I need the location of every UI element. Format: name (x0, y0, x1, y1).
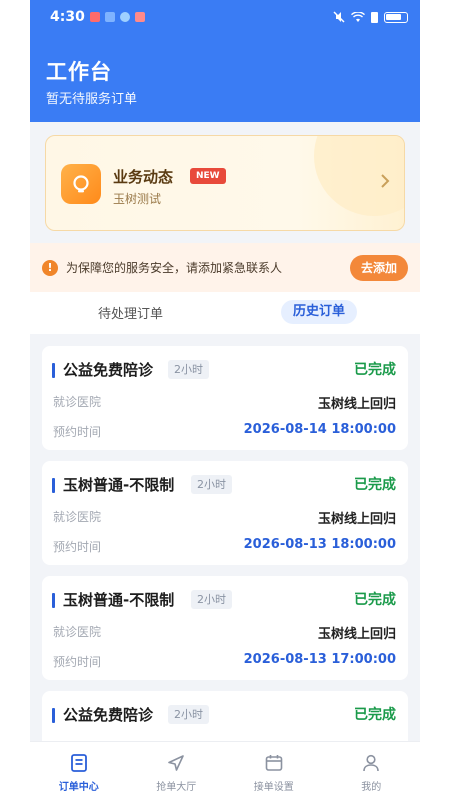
card-accent-bar (52, 363, 55, 378)
order-status: 已完成 (354, 592, 396, 608)
app-screen: 4:30 工作台 暂无待服务订单 业务动态 NEW 玉树测试 ! 为保障您的服务… (30, 0, 420, 800)
add-contact-button[interactable]: 去添加 (349, 255, 408, 281)
status-time: 4:30 (50, 9, 85, 25)
appointment-time: 2026-08-13 18:00:00 (243, 537, 396, 552)
time-label: 预约时间 (53, 425, 102, 439)
battery-icon (384, 11, 408, 23)
warning-icon: ! (42, 259, 58, 276)
hospital-label: 就诊医院 (53, 625, 102, 639)
order-card[interactable]: 玉树普通-不限制 2小时 已完成 就诊医院 玉树线上回归 预约时间 2026-0… (42, 576, 408, 680)
order-list: 公益免费陪诊 2小时 已完成 就诊医院 玉树线上回归 预约时间 2026-08-… (42, 346, 408, 800)
order-status: 已完成 (354, 707, 396, 723)
status-bar: 4:30 (30, 0, 420, 34)
notification-icon (89, 12, 100, 22)
order-title: 玉树普通-不限制 (63, 476, 175, 494)
appointment-time: 2026-08-14 18:00:00 (243, 422, 396, 437)
appointment-time: 2026-08-13 17:00:00 (243, 652, 396, 667)
nav-label: 我的 (361, 782, 382, 793)
header: 4:30 工作台 暂无待服务订单 (30, 0, 420, 122)
time-label: 预约时间 (53, 540, 102, 554)
nav-label: 抢单大厅 (156, 782, 197, 793)
nav-order-settings[interactable]: 接单设置 (225, 742, 323, 800)
business-news-desc: 玉树测试 (113, 192, 162, 206)
calendar-icon (265, 755, 283, 771)
duration-tag: 2小时 (168, 705, 209, 724)
order-list-icon (70, 754, 87, 772)
order-status: 已完成 (354, 362, 396, 378)
safety-notice: ! 为保障您的服务安全，请添加紧急联系人 去添加 (30, 243, 420, 292)
nav-order-hall[interactable]: 抢单大厅 (128, 742, 226, 800)
duration-tag: 2小时 (168, 360, 209, 379)
nav-order-center[interactable]: 订单中心 (30, 742, 128, 800)
nav-mine[interactable]: 我的 (323, 742, 421, 800)
order-title: 玉树普通-不限制 (63, 591, 175, 609)
person-icon (363, 754, 380, 772)
business-news-banner[interactable]: 业务动态 NEW 玉树测试 (45, 135, 405, 231)
app-icon (104, 12, 115, 22)
navigation-arrow-icon (168, 755, 185, 771)
page-title: 工作台 (46, 60, 112, 84)
duration-tag: 2小时 (191, 590, 232, 609)
time-label: 预约时间 (53, 655, 102, 669)
business-icon (61, 164, 101, 204)
tab-history-orders[interactable]: 历史订单 (281, 300, 358, 324)
card-accent-bar (52, 478, 55, 493)
chevron-right-icon (381, 174, 390, 188)
order-title: 公益免费陪诊 (63, 361, 154, 379)
order-status: 已完成 (354, 477, 396, 493)
mute-icon (333, 11, 345, 23)
duration-tag: 2小时 (191, 475, 232, 494)
hospital-label: 就诊医院 (53, 510, 102, 524)
order-tabs: 待处理订单 历史订单 (30, 292, 420, 334)
mail-icon (134, 12, 145, 22)
tab-pending-orders[interactable]: 待处理订单 (98, 303, 163, 322)
card-accent-bar (52, 593, 55, 608)
nav-label: 订单中心 (58, 782, 99, 793)
hospital-value: 玉树线上回归 (317, 627, 396, 642)
business-news-title: 业务动态 (113, 168, 174, 186)
page-subtitle: 暂无待服务订单 (46, 92, 138, 107)
new-badge: NEW (190, 168, 226, 184)
order-card[interactable]: 公益免费陪诊 2小时 已完成 就诊医院 玉树线上回归 预约时间 2026-08-… (42, 346, 408, 450)
location-icon (119, 12, 130, 22)
wifi-icon (351, 11, 365, 22)
hospital-label: 就诊医院 (53, 395, 102, 409)
hospital-value: 玉树线上回归 (317, 512, 396, 527)
hospital-value: 玉树线上回归 (317, 397, 396, 412)
notice-text: 为保障您的服务安全，请添加紧急联系人 (66, 261, 283, 275)
card-accent-bar (52, 708, 55, 723)
sim-icon (371, 11, 378, 23)
nav-label: 接单设置 (253, 782, 294, 793)
order-card[interactable]: 玉树普通-不限制 2小时 已完成 就诊医院 玉树线上回归 预约时间 2026-0… (42, 461, 408, 565)
bottom-navigation: 订单中心 抢单大厅 接单设置 我的 (30, 741, 420, 800)
order-title: 公益免费陪诊 (63, 706, 154, 724)
